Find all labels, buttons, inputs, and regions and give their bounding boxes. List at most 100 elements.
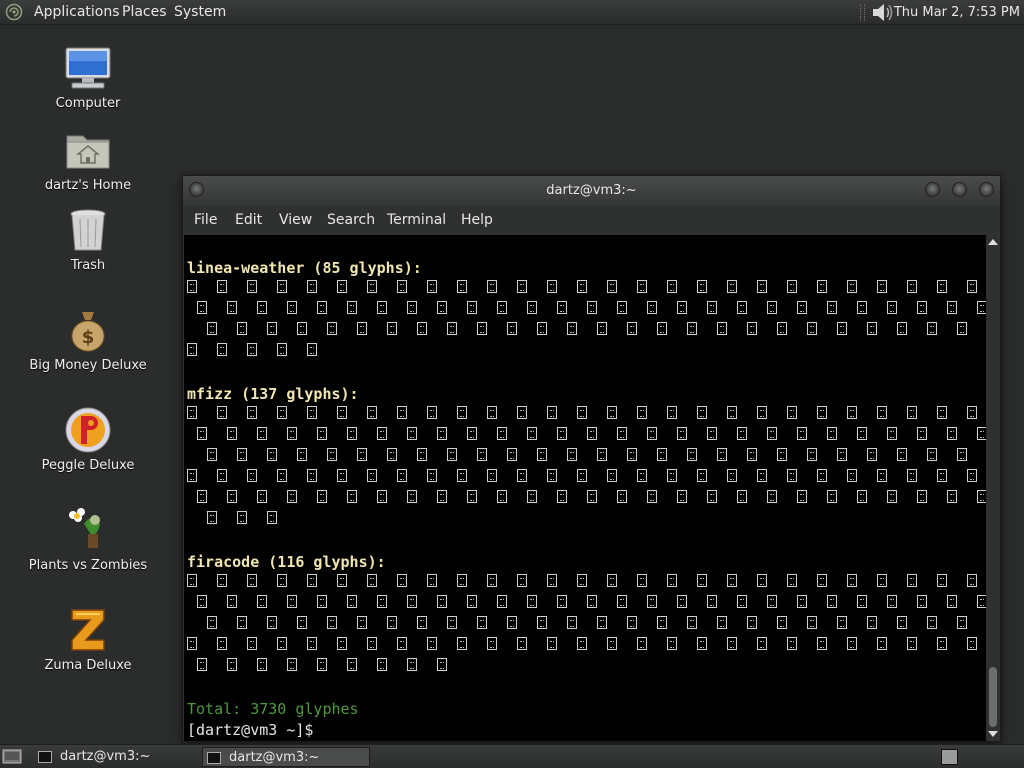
terminal-icon (207, 752, 221, 764)
missing-glyph-box (877, 406, 887, 419)
missing-glyph-box (327, 322, 337, 335)
desktop-icon-computer[interactable]: Computer (24, 44, 152, 120)
desktop-icon-big-money[interactable]: $ Big Money Deluxe (24, 306, 152, 380)
missing-glyph-box (687, 448, 697, 461)
missing-glyph-box (917, 490, 927, 503)
missing-glyph-box (377, 301, 387, 314)
missing-glyph-box (527, 427, 537, 440)
missing-glyph-box (527, 595, 537, 608)
missing-glyph-box (827, 427, 837, 440)
missing-glyph-box (797, 490, 807, 503)
distro-logo-icon[interactable] (5, 3, 23, 21)
glyph-row (184, 406, 986, 422)
missing-glyph-box (547, 280, 557, 293)
taskbar-button[interactable]: dartz@vm3:~ (34, 747, 198, 767)
menu-file[interactable]: File (194, 206, 217, 235)
missing-glyph-box (627, 616, 637, 629)
terminal-output[interactable]: linea-weather (85 glyphs): mfizz (137 gl… (184, 235, 986, 741)
missing-glyph-box (707, 427, 717, 440)
missing-glyph-box (557, 301, 567, 314)
missing-glyph-box (447, 616, 457, 629)
missing-glyph-box (577, 280, 587, 293)
menu-places[interactable]: Places (122, 0, 167, 25)
missing-glyph-box (367, 637, 377, 650)
show-desktop-icon[interactable] (2, 748, 22, 765)
glyph-row (184, 427, 986, 443)
missing-glyph-box (827, 490, 837, 503)
missing-glyph-box (727, 637, 737, 650)
missing-glyph-box (337, 574, 347, 587)
glyph-row (184, 448, 986, 464)
menu-system[interactable]: System (174, 0, 226, 25)
missing-glyph-box (257, 301, 267, 314)
desktop-icon-plants-vs-zombies[interactable]: Plants vs Zombies (24, 506, 152, 580)
desktop-icon-home[interactable]: dartz's Home (24, 126, 152, 200)
desktop-icon-zuma[interactable]: Zuma Deluxe (24, 606, 152, 680)
close-button[interactable] (979, 182, 994, 197)
missing-glyph-box (547, 469, 557, 482)
missing-glyph-box (977, 595, 986, 608)
desktop-icon-trash[interactable]: Trash (24, 206, 152, 280)
missing-glyph-box (907, 280, 917, 293)
missing-glyph-box (217, 469, 227, 482)
missing-glyph-box (187, 574, 197, 587)
missing-glyph-box (887, 490, 897, 503)
missing-glyph-box (417, 322, 427, 335)
minimize-button[interactable] (925, 182, 940, 197)
top-panel: Applications Places System Thu Mar 2, 7:… (0, 0, 1024, 25)
workspace-switcher[interactable] (941, 749, 958, 765)
peggle-icon (65, 407, 111, 453)
missing-glyph-box (367, 280, 377, 293)
clock[interactable]: Thu Mar 2, 7:53 PM (894, 0, 1020, 25)
missing-glyph-box (967, 637, 977, 650)
section-header: linea-weather (85 glyphs): (187, 259, 422, 277)
missing-glyph-box (307, 343, 317, 356)
missing-glyph-box (497, 595, 507, 608)
desktop-icon-label: Big Money Deluxe (29, 358, 147, 373)
menu-edit[interactable]: Edit (235, 206, 262, 235)
missing-glyph-box (577, 574, 587, 587)
volume-icon[interactable] (870, 2, 894, 23)
menu-help[interactable]: Help (461, 206, 493, 235)
missing-glyph-box (757, 637, 767, 650)
scroll-up-arrow-icon[interactable] (986, 237, 1000, 247)
missing-glyph-box (937, 469, 947, 482)
missing-glyph-box (397, 637, 407, 650)
missing-glyph-box (577, 406, 587, 419)
missing-glyph-box (337, 406, 347, 419)
shell-prompt: [dartz@vm3 ~]$ (187, 721, 314, 739)
desktop-icon-label: Plants vs Zombies (28, 558, 148, 573)
scrollbar[interactable] (986, 235, 1000, 741)
missing-glyph-box (957, 322, 967, 335)
missing-glyph-box (437, 301, 447, 314)
missing-glyph-box (317, 301, 327, 314)
missing-glyph-box (377, 595, 387, 608)
missing-glyph-box (407, 658, 417, 671)
missing-glyph-box (517, 406, 527, 419)
menu-applications[interactable]: Applications (34, 0, 120, 25)
missing-glyph-box (247, 406, 257, 419)
scrollbar-thumb[interactable] (989, 667, 997, 727)
window-titlebar[interactable]: dartz@vm3:~ (183, 176, 1000, 206)
missing-glyph-box (537, 616, 547, 629)
missing-glyph-box (807, 322, 817, 335)
scroll-down-arrow-icon[interactable] (986, 729, 1000, 739)
desktop-icon-label: dartz's Home (44, 178, 132, 193)
missing-glyph-box (697, 637, 707, 650)
missing-glyph-box (217, 343, 227, 356)
missing-glyph-box (497, 490, 507, 503)
missing-glyph-box (387, 322, 397, 335)
missing-glyph-box (187, 469, 197, 482)
missing-glyph-box (917, 595, 927, 608)
taskbar-button-active[interactable]: dartz@vm3:~ (202, 747, 370, 767)
menu-terminal[interactable]: Terminal (387, 206, 446, 235)
missing-glyph-box (727, 406, 737, 419)
missing-glyph-box (967, 280, 977, 293)
menu-search[interactable]: Search (327, 206, 375, 235)
maximize-button[interactable] (952, 182, 967, 197)
menu-view[interactable]: View (279, 206, 312, 235)
glyph-row (184, 511, 986, 527)
missing-glyph-box (687, 616, 697, 629)
missing-glyph-box (277, 469, 287, 482)
desktop-icon-peggle[interactable]: Peggle Deluxe (24, 406, 152, 480)
